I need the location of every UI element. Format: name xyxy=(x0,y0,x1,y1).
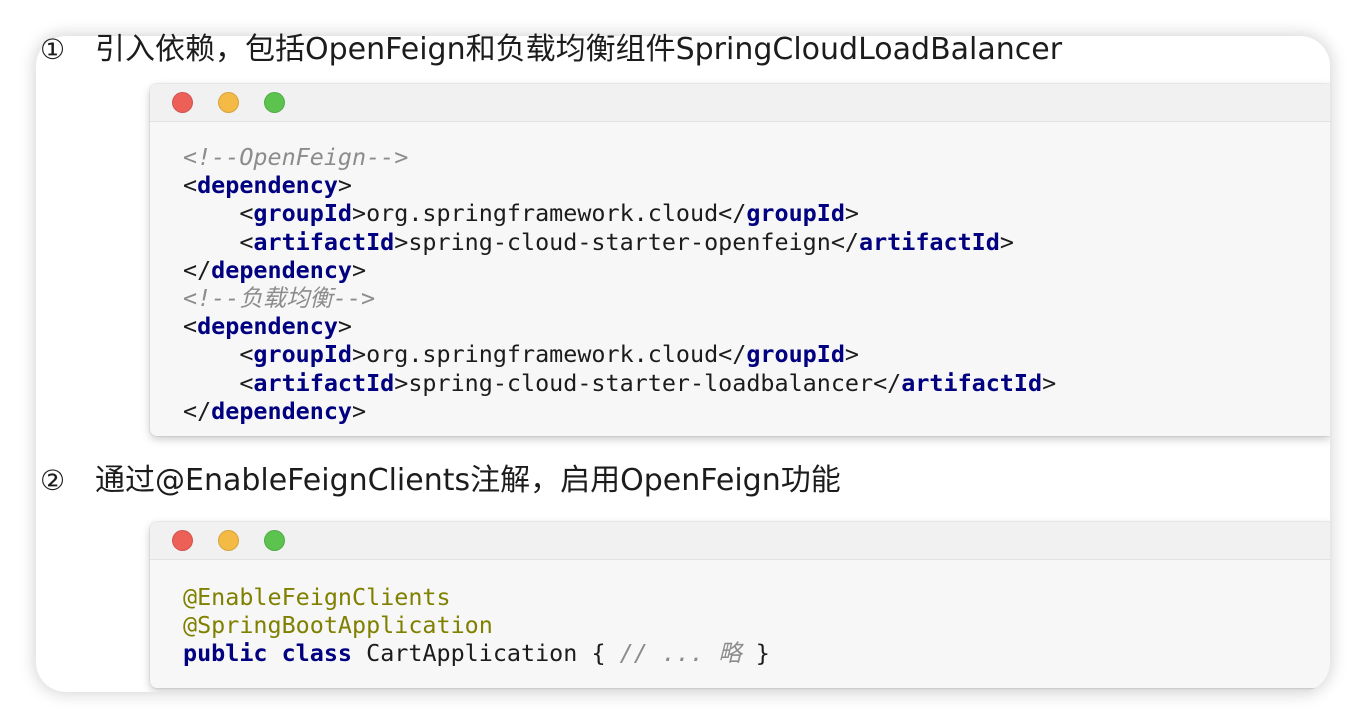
tag-name: groupId xyxy=(746,340,845,369)
tag-name: groupId xyxy=(253,340,352,369)
tag-bracket: </ xyxy=(830,227,859,256)
tag-value: spring-cloud-starter-openfeign xyxy=(408,227,831,256)
traffic-light-zoom-icon xyxy=(264,92,285,113)
code-line: <dependency> xyxy=(183,171,1330,199)
tag-bracket: < xyxy=(239,340,254,369)
code-line: <dependency> xyxy=(183,312,1330,340)
tag-bracket: > xyxy=(394,368,409,397)
tag-bracket: </ xyxy=(183,255,212,284)
code-line: <!--OpenFeign--> xyxy=(183,143,1330,171)
step-title: 通过@EnableFeignClients注解，启用OpenFeign功能 xyxy=(95,463,841,498)
traffic-light-close-icon xyxy=(172,92,193,113)
tag-name: dependency xyxy=(197,171,338,200)
step-2-heading: ② 通过@EnableFeignClients注解，启用OpenFeign功能 xyxy=(40,463,1290,499)
tag-value: org.springframework.cloud xyxy=(366,340,719,369)
slide-card: <!--OpenFeign--> <dependency> <groupId>o… xyxy=(36,36,1330,692)
tag-bracket: < xyxy=(239,368,254,397)
class-name: CartApplication xyxy=(366,639,578,668)
tag-value: spring-cloud-starter-loadbalancer xyxy=(408,368,874,397)
code-line: @EnableFeignClients xyxy=(183,583,1330,611)
code-window-titlebar xyxy=(150,84,1330,122)
tag-bracket: > xyxy=(999,227,1014,256)
line-comment: // ... 略 xyxy=(619,639,742,668)
tag-bracket: > xyxy=(1042,368,1057,397)
java-code-window: @EnableFeignClients @SpringBootApplicati… xyxy=(150,522,1330,688)
code-line: <artifactId>spring-cloud-starter-openfei… xyxy=(183,228,1330,256)
tag-bracket: > xyxy=(352,396,367,425)
tag-bracket: > xyxy=(844,199,859,228)
tag-bracket: </ xyxy=(873,368,902,397)
tag-bracket: > xyxy=(394,227,409,256)
keyword: public xyxy=(183,639,268,668)
tag-bracket: < xyxy=(183,312,198,341)
code-line: <groupId>org.springframework.cloud</grou… xyxy=(183,199,1330,227)
step-1-heading: ① 引入依赖，包括OpenFeign和负载均衡组件SpringCloudLoadB… xyxy=(40,32,1290,68)
close-brace: } xyxy=(755,639,770,668)
code-line: @SpringBootApplication xyxy=(183,611,1330,639)
xml-comment: <!--负载均衡--> xyxy=(183,283,376,312)
tag-name: groupId xyxy=(253,199,352,228)
code-line: </dependency> xyxy=(183,256,1330,284)
tag-value: org.springframework.cloud xyxy=(366,199,719,228)
tag-bracket: </ xyxy=(183,396,212,425)
traffic-light-minimize-icon xyxy=(218,530,239,551)
tag-bracket: > xyxy=(352,340,367,369)
code-line: public class CartApplication { // ... 略 … xyxy=(183,639,1330,667)
code-block: @EnableFeignClients @SpringBootApplicati… xyxy=(150,560,1330,668)
tag-bracket: > xyxy=(337,312,353,341)
tag-bracket: < xyxy=(239,227,254,256)
tag-bracket: > xyxy=(337,171,353,200)
code-line: <groupId>org.springframework.cloud</grou… xyxy=(183,340,1330,368)
xml-code-window: <!--OpenFeign--> <dependency> <groupId>o… xyxy=(150,84,1330,436)
tag-bracket: </ xyxy=(718,340,747,369)
tag-bracket: < xyxy=(183,171,198,200)
tag-name: artifactId xyxy=(253,227,395,256)
tag-name: dependency xyxy=(211,255,352,284)
code-line: <!--负载均衡--> xyxy=(183,284,1330,312)
traffic-light-close-icon xyxy=(172,530,193,551)
code-window-titlebar xyxy=(150,522,1330,560)
tag-name: artifactId xyxy=(901,368,1043,397)
tag-bracket: < xyxy=(239,199,254,228)
step-title: 引入依赖，包括OpenFeign和负载均衡组件SpringCloudLoadBa… xyxy=(95,32,1063,67)
keyword: class xyxy=(281,639,353,668)
code-block: <!--OpenFeign--> <dependency> <groupId>o… xyxy=(150,122,1330,425)
tag-bracket: > xyxy=(844,340,859,369)
tag-name: dependency xyxy=(211,396,352,425)
step-number: ① xyxy=(40,33,66,66)
xml-comment: <!--OpenFeign--> xyxy=(183,143,409,171)
traffic-light-minimize-icon xyxy=(218,92,239,113)
tag-name: artifactId xyxy=(253,368,395,397)
tag-name: dependency xyxy=(197,312,338,341)
tag-name: artifactId xyxy=(859,227,1000,256)
annotation: @EnableFeignClients xyxy=(183,583,451,611)
tag-name: groupId xyxy=(746,199,845,228)
annotation: @SpringBootApplication xyxy=(183,611,493,640)
code-line: <artifactId>spring-cloud-starter-loadbal… xyxy=(183,369,1330,397)
step-number: ② xyxy=(40,464,66,497)
tag-bracket: > xyxy=(352,255,367,284)
tag-bracket: > xyxy=(352,199,367,228)
code-line: </dependency> xyxy=(183,397,1330,425)
traffic-light-zoom-icon xyxy=(264,530,285,551)
open-brace: { xyxy=(591,639,606,668)
tag-bracket: </ xyxy=(718,199,747,228)
